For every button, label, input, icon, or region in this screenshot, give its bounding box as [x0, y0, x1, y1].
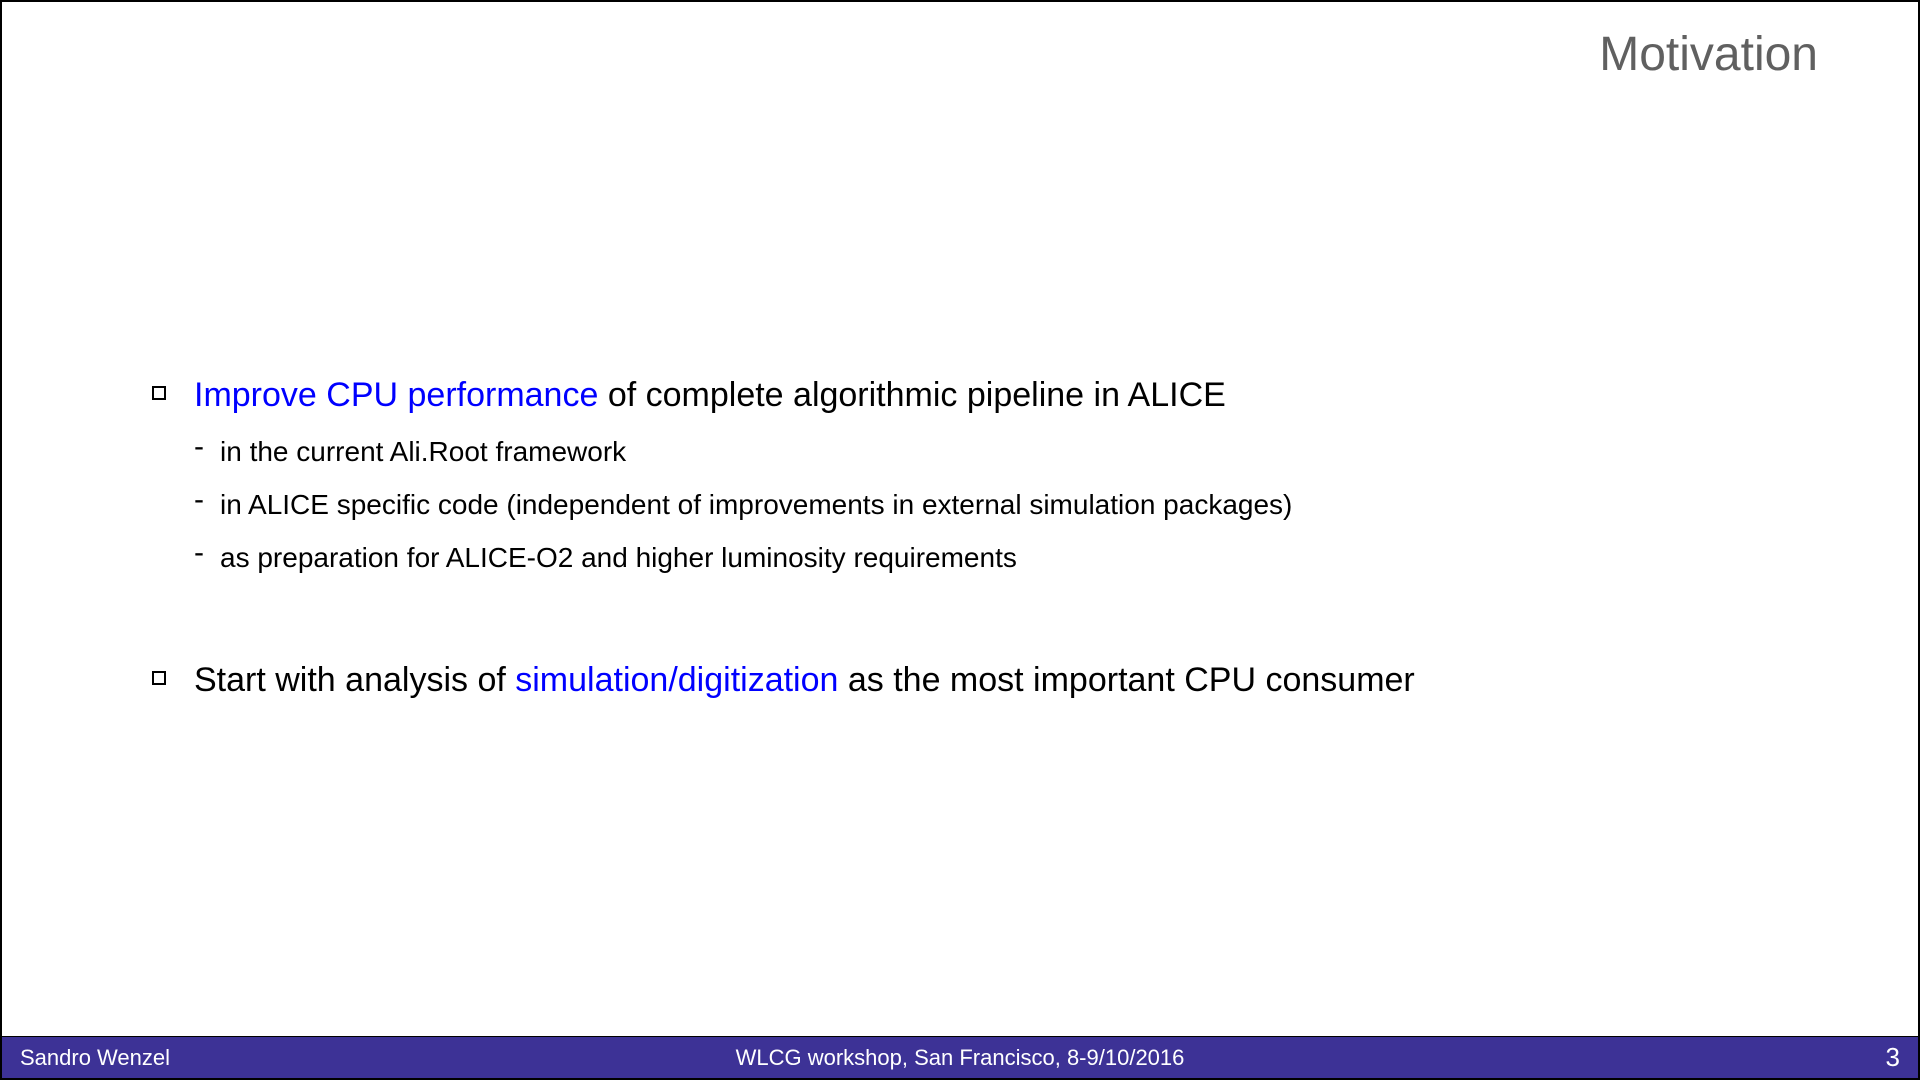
sub-text-3: as preparation for ALICE-O2 and higher l…	[220, 538, 1017, 577]
square-bullet-icon	[152, 386, 166, 400]
footer-page-number: 3	[1886, 1042, 1900, 1073]
sub-text-1: in the current Ali.Root framework	[220, 432, 626, 471]
dash-icon: -	[194, 536, 204, 570]
bullet-item-2: Start with analysis of simulation/digiti…	[152, 657, 1818, 705]
slide-content: Improve CPU performance of complete algo…	[152, 372, 1818, 717]
slide-title: Motivation	[1599, 27, 1818, 82]
sub-item-3: - as preparation for ALICE-O2 and higher…	[194, 538, 1818, 577]
bullet-text-1: Improve CPU performance of complete algo…	[194, 372, 1226, 420]
bullet-text-2: Start with analysis of simulation/digiti…	[194, 657, 1415, 705]
sub-list: - in the current Ali.Root framework - in…	[194, 432, 1818, 578]
slide: Motivation Improve CPU performance of co…	[0, 0, 1920, 1080]
footer-event: WLCG workshop, San Francisco, 8-9/10/201…	[736, 1045, 1185, 1071]
bullet-2-rest: as the most important CPU consumer	[838, 661, 1414, 699]
dash-icon: -	[194, 483, 204, 517]
sub-item-2: - in ALICE specific code (independent of…	[194, 485, 1818, 524]
footer: Sandro Wenzel WLCG workshop, San Francis…	[2, 1036, 1918, 1078]
bullet-2-highlight: simulation/digitization	[515, 661, 838, 699]
square-bullet-icon	[152, 671, 166, 685]
bullet-1-rest: of complete algorithmic pipeline in ALIC…	[598, 376, 1225, 414]
sub-text-2: in ALICE specific code (independent of i…	[220, 485, 1292, 524]
footer-author: Sandro Wenzel	[2, 1045, 170, 1071]
dash-icon: -	[194, 430, 204, 464]
bullet-item-1: Improve CPU performance of complete algo…	[152, 372, 1818, 420]
bullet-2-start: Start with analysis of	[194, 661, 515, 699]
sub-item-1: - in the current Ali.Root framework	[194, 432, 1818, 471]
bullet-1-highlight: Improve CPU performance	[194, 376, 598, 414]
